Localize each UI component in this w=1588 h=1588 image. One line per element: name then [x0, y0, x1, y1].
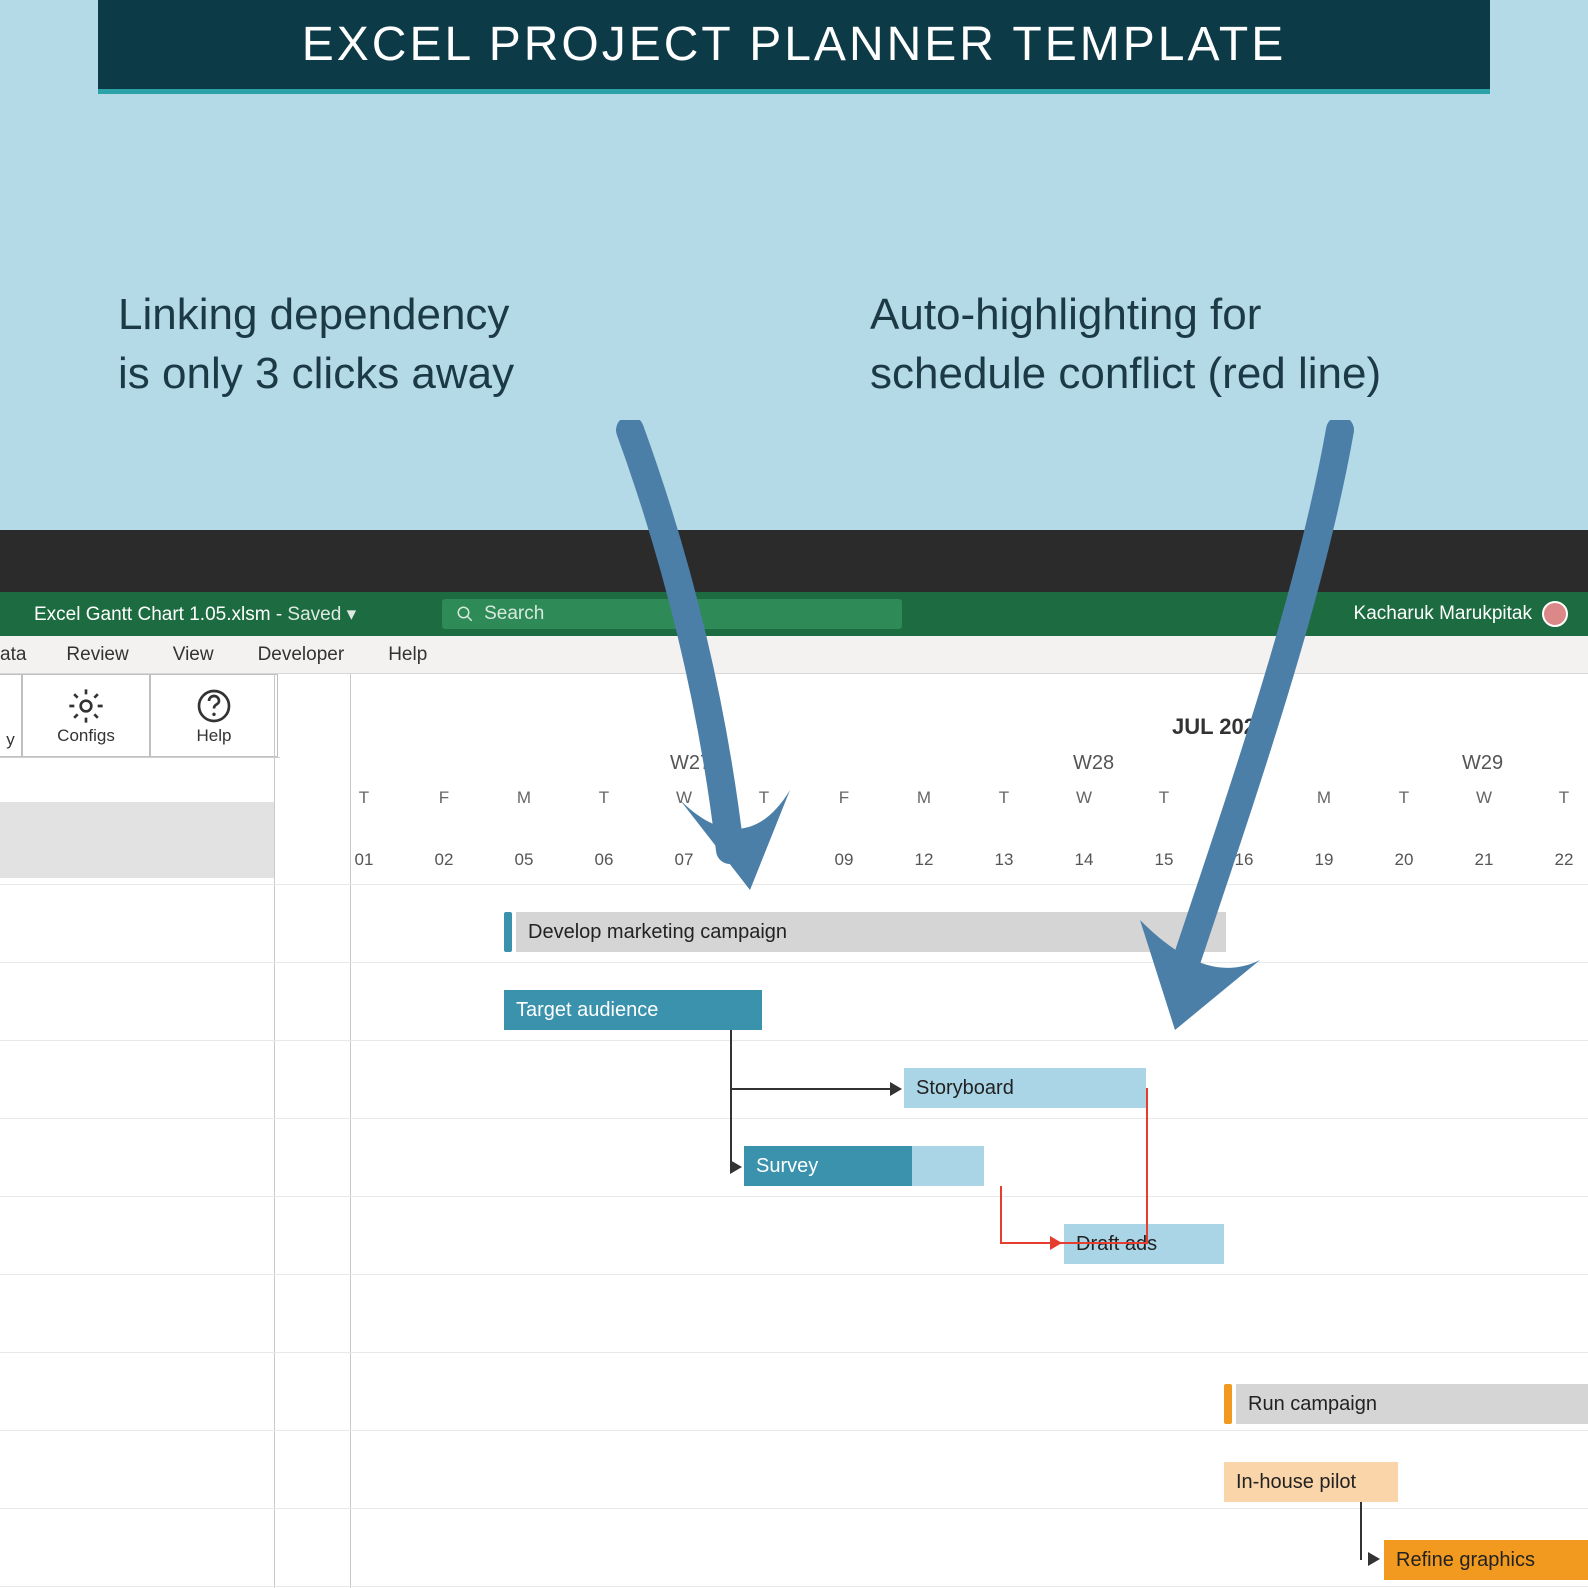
- task-target-audience[interactable]: Target audience: [504, 990, 762, 1030]
- arrow-icon: [730, 1160, 742, 1174]
- callout-right-line2: schedule conflict (red line): [870, 344, 1381, 403]
- configs-button[interactable]: Configs: [22, 674, 150, 757]
- ribbon-tabs: ata Review View Developer Help: [0, 636, 1588, 674]
- month-label: JUL 2021: [1172, 714, 1268, 740]
- search-icon: [456, 605, 474, 623]
- task-run-campaign[interactable]: Run campaign: [1236, 1384, 1588, 1424]
- tab-help[interactable]: Help: [366, 636, 449, 673]
- dep-line: [1360, 1502, 1362, 1560]
- task-draft-ads[interactable]: Draft ads: [1064, 1224, 1224, 1264]
- summary-start-tick: [504, 912, 512, 952]
- tab-view[interactable]: View: [151, 636, 236, 673]
- excel-window-top: [0, 530, 1588, 592]
- row-line: [0, 1430, 1588, 1431]
- callout-left: Linking dependency is only 3 clicks away: [118, 285, 514, 404]
- week-27: W27: [670, 752, 711, 775]
- arrow-icon: [1368, 1552, 1380, 1566]
- dep-line: [730, 1030, 732, 1088]
- tab-developer[interactable]: Developer: [236, 636, 367, 673]
- arrow-icon: [890, 1082, 902, 1096]
- saved-status[interactable]: Saved ▾: [287, 604, 356, 625]
- page-banner: EXCEL PROJECT PLANNER TEMPLATE: [98, 0, 1490, 94]
- help-button[interactable]: Help: [150, 674, 278, 757]
- excel-title-bar: Excel Gantt Chart 1.05.xlsm - Saved ▾ Se…: [0, 592, 1588, 636]
- search-placeholder: Search: [484, 603, 544, 625]
- user-name: Kacharuk Marukpitak: [1354, 603, 1532, 625]
- user-area[interactable]: Kacharuk Marukpitak: [1354, 601, 1568, 627]
- task-survey[interactable]: Survey: [744, 1146, 984, 1186]
- dep-line: [730, 1088, 892, 1090]
- custom-toolbar: y Configs Help: [0, 674, 280, 758]
- dep-line-conflict: [1000, 1186, 1002, 1244]
- callout-right: Auto-highlighting for schedule conflict …: [870, 285, 1381, 404]
- week-28: W28: [1073, 752, 1114, 775]
- task-storyboard[interactable]: Storyboard: [904, 1068, 1146, 1108]
- toolbar-partial[interactable]: y: [0, 674, 22, 757]
- task-inhouse-pilot[interactable]: In-house pilot: [1224, 1462, 1398, 1502]
- row-line: [0, 1040, 1588, 1041]
- summary-start-tick-orange: [1224, 1384, 1232, 1424]
- banner-title: EXCEL PROJECT PLANNER TEMPLATE: [302, 17, 1286, 72]
- row-line: [0, 1352, 1588, 1353]
- task-refine-graphics[interactable]: Refine graphics: [1384, 1540, 1588, 1580]
- row-shade: [0, 802, 274, 878]
- question-icon: [194, 686, 234, 726]
- tab-review[interactable]: Review: [44, 636, 150, 673]
- dep-line: [730, 1088, 732, 1166]
- gridline: [274, 674, 275, 1588]
- gear-icon: [66, 686, 106, 726]
- tab-data[interactable]: ata: [0, 636, 44, 673]
- avatar: [1542, 601, 1568, 627]
- callout-right-line1: Auto-highlighting for: [870, 285, 1381, 344]
- row-line: [0, 884, 1588, 885]
- row-line: [0, 1274, 1588, 1275]
- search-input[interactable]: Search: [442, 599, 902, 629]
- row-line: [0, 1118, 1588, 1119]
- gantt-sheet[interactable]: y Configs Help JUL 2021 W27 W28 W29 T F …: [0, 674, 1588, 1588]
- row-line: [0, 962, 1588, 963]
- callout-left-line2: is only 3 clicks away: [118, 344, 514, 403]
- row-line: [0, 1196, 1588, 1197]
- task-develop-marketing[interactable]: Develop marketing campaign: [516, 912, 1226, 952]
- week-29: W29: [1462, 752, 1503, 775]
- gridline: [350, 674, 351, 1588]
- arrow-icon-conflict: [1050, 1236, 1062, 1250]
- workbook-title: Excel Gantt Chart 1.05.xlsm - Saved ▾: [34, 603, 356, 626]
- row-line: [0, 1586, 1588, 1587]
- callout-left-line1: Linking dependency: [118, 285, 514, 344]
- dep-line-conflict: [1000, 1242, 1148, 1244]
- row-line: [0, 1508, 1588, 1509]
- dep-line-conflict: [1146, 1088, 1148, 1244]
